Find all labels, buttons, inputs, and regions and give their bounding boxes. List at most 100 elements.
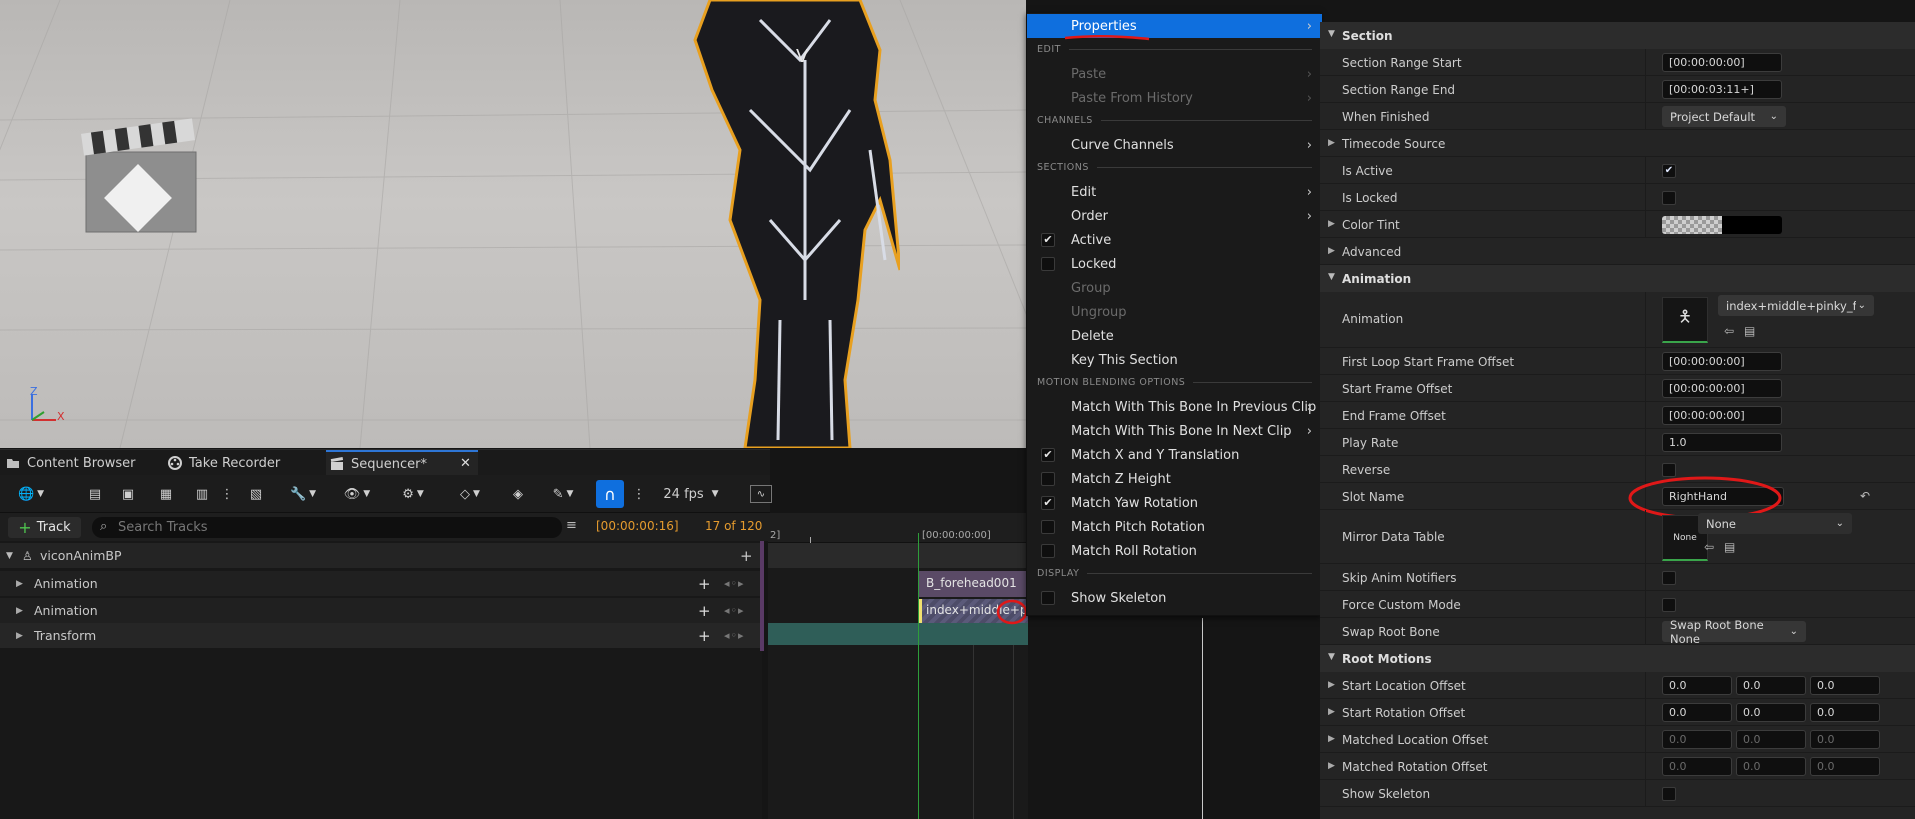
- add-key-plus-icon[interactable]: +: [698, 575, 711, 593]
- track-root-row[interactable]: ▼ ♙ viconAnimBP +: [0, 543, 762, 568]
- category-section[interactable]: ▼ Section: [1320, 22, 1915, 49]
- tools-button[interactable]: 🔧 ▼: [284, 483, 322, 505]
- camera-button[interactable]: ▦: [154, 483, 178, 505]
- add-key-plus-icon[interactable]: +: [698, 602, 711, 620]
- match-xy-checkbox[interactable]: ✔: [1041, 448, 1055, 462]
- start-location-z[interactable]: 0.0: [1810, 676, 1880, 695]
- menu-item-match-pitch-rotation[interactable]: Match Pitch Rotation: [1027, 515, 1322, 539]
- animation-asset-dropdown[interactable]: index+middle+pinky_for ⌄: [1718, 295, 1874, 316]
- expand-triangle-icon[interactable]: ▶: [16, 606, 23, 616]
- menu-item-match-previous-clip[interactable]: Match With This Bone In Previous Clip ›: [1027, 395, 1322, 419]
- view-options-button[interactable]: 👁 ▼: [338, 483, 376, 505]
- menu-item-locked[interactable]: Locked: [1027, 252, 1322, 276]
- find-in-browser-button[interactable]: ▣: [116, 483, 140, 505]
- add-track-plus-icon[interactable]: +: [740, 547, 753, 565]
- show-skeleton-checkbox[interactable]: [1662, 787, 1676, 801]
- menu-item-match-xy-translation[interactable]: ✔ Match X and Y Translation: [1027, 443, 1322, 467]
- color-tint-swatch[interactable]: [1662, 216, 1782, 234]
- row-advanced[interactable]: ▶ Advanced: [1320, 238, 1915, 265]
- frame-rate-dropdown[interactable]: 24 fps ▼: [660, 483, 722, 505]
- menu-item-edit[interactable]: Edit ›: [1027, 180, 1322, 204]
- menu-item-show-skeleton[interactable]: Show Skeleton: [1027, 586, 1322, 610]
- playback-options-button[interactable]: ⚙ ▼: [394, 483, 432, 505]
- match-z-checkbox[interactable]: [1041, 472, 1055, 486]
- track-divider[interactable]: [760, 541, 764, 651]
- menu-item-paste[interactable]: Paste ›: [1027, 62, 1322, 86]
- menu-item-active[interactable]: ✔ Active: [1027, 228, 1322, 252]
- current-time-display[interactable]: [00:00:00:16]: [596, 519, 679, 533]
- match-pitch-checkbox[interactable]: [1041, 520, 1055, 534]
- menu-item-curve-channels[interactable]: Curve Channels ›: [1027, 133, 1322, 157]
- play-rate-field[interactable]: 1.0: [1662, 433, 1782, 452]
- match-roll-checkbox[interactable]: [1041, 544, 1055, 558]
- save-button[interactable]: ▤: [84, 483, 106, 505]
- reset-to-default-icon[interactable]: ↶: [1860, 489, 1870, 503]
- tab-sequencer[interactable]: Sequencer* ✕: [326, 450, 478, 476]
- level-sequence-actor-icon[interactable]: [78, 112, 208, 247]
- expand-triangle-icon[interactable]: ▶: [1328, 219, 1335, 229]
- edit-mode-button[interactable]: ✎ ▼: [544, 483, 582, 505]
- expand-triangle-icon[interactable]: ▶: [1328, 761, 1335, 771]
- use-selected-icon[interactable]: ⇦: [1724, 324, 1734, 338]
- when-finished-dropdown[interactable]: Project Default ⌄: [1662, 106, 1786, 127]
- expand-triangle-icon[interactable]: ▶: [16, 579, 23, 589]
- expand-triangle-icon[interactable]: ▶: [1328, 734, 1335, 744]
- section-range-start-field[interactable]: [00:00:00:00]: [1662, 53, 1782, 72]
- category-animation[interactable]: ▼ Animation: [1320, 265, 1915, 292]
- swap-root-bone-dropdown[interactable]: Swap Root Bone None ⌄: [1662, 618, 1806, 646]
- section-range-end-field[interactable]: [00:00:03:11+]: [1662, 80, 1782, 99]
- tab-take-recorder[interactable]: Take Recorder: [168, 450, 318, 476]
- menu-item-match-next-clip[interactable]: Match With This Bone In Next Clip ›: [1027, 419, 1322, 443]
- collapse-triangle-icon[interactable]: ▼: [6, 551, 13, 561]
- start-location-x[interactable]: 0.0: [1662, 676, 1732, 695]
- first-loop-offset-field[interactable]: [00:00:00:00]: [1662, 352, 1782, 371]
- browse-asset-icon[interactable]: ▤: [1744, 324, 1755, 338]
- time-ruler[interactable]: 2] [00:00:00:00]: [768, 513, 1028, 543]
- more-options-button[interactable]: ⋮: [221, 483, 234, 505]
- force-custom-checkbox[interactable]: [1662, 598, 1676, 612]
- is-locked-checkbox[interactable]: [1662, 191, 1676, 205]
- animation-section-1[interactable]: B_forehead001: [918, 571, 1028, 597]
- transform-lane[interactable]: [768, 623, 1028, 645]
- skip-notifiers-checkbox[interactable]: [1662, 571, 1676, 585]
- category-root-motions[interactable]: ▼ Root Motions: [1320, 645, 1915, 672]
- animation-thumbnail[interactable]: 🯅: [1662, 297, 1708, 343]
- snap-toggle-button[interactable]: ∩: [596, 480, 624, 508]
- expand-triangle-icon[interactable]: ▶: [1328, 680, 1335, 690]
- menu-item-match-yaw-rotation[interactable]: ✔ Match Yaw Rotation: [1027, 491, 1322, 515]
- match-yaw-checkbox[interactable]: ✔: [1041, 496, 1055, 510]
- menu-item-paste-from-history[interactable]: Paste From History ›: [1027, 86, 1322, 110]
- track-row-transform[interactable]: ▶ Transform + ◂◦▸: [0, 623, 762, 648]
- snap-options-button[interactable]: ⋮: [633, 483, 646, 505]
- start-rotation-x[interactable]: 0.0: [1662, 703, 1732, 722]
- menu-item-order[interactable]: Order ›: [1027, 204, 1322, 228]
- start-rotation-y[interactable]: 0.0: [1736, 703, 1806, 722]
- menu-item-match-roll-rotation[interactable]: Match Roll Rotation: [1027, 539, 1322, 563]
- show-skeleton-checkbox[interactable]: [1041, 591, 1055, 605]
- track-row-animation-2[interactable]: ▶ Animation + ◂◦▸: [0, 598, 762, 623]
- add-key-plus-icon[interactable]: +: [698, 627, 711, 645]
- browse-asset-icon[interactable]: ▤: [1724, 540, 1735, 554]
- menu-item-key-this-section[interactable]: Key This Section: [1027, 348, 1322, 372]
- track-row-animation-1[interactable]: ▶ Animation + ◂◦▸: [0, 571, 762, 596]
- start-frame-offset-field[interactable]: [00:00:00:00]: [1662, 379, 1782, 398]
- start-rotation-z[interactable]: 0.0: [1810, 703, 1880, 722]
- is-active-checkbox[interactable]: ✔: [1662, 164, 1676, 178]
- close-icon[interactable]: ✕: [460, 456, 471, 471]
- menu-item-ungroup[interactable]: Ungroup: [1027, 300, 1322, 324]
- level-viewport[interactable]: V Z X: [0, 0, 1026, 448]
- end-frame-offset-field[interactable]: [00:00:00:00]: [1662, 406, 1782, 425]
- locked-checkbox[interactable]: [1041, 257, 1055, 271]
- expand-triangle-icon[interactable]: ▶: [1328, 138, 1335, 148]
- use-selected-icon[interactable]: ⇦: [1704, 540, 1714, 554]
- key-options-button[interactable]: ◇ ▼: [452, 483, 488, 505]
- key-navigation-icon[interactable]: ◂◦▸: [724, 604, 745, 617]
- menu-item-match-z-height[interactable]: Match Z Height: [1027, 467, 1322, 491]
- expand-triangle-icon[interactable]: ▶: [16, 631, 23, 641]
- start-location-y[interactable]: 0.0: [1736, 676, 1806, 695]
- mirror-table-dropdown[interactable]: None ⌄: [1698, 513, 1852, 534]
- add-track-button[interactable]: + Track: [8, 517, 81, 538]
- menu-item-group[interactable]: Group: [1027, 276, 1322, 300]
- key-navigation-icon[interactable]: ◂◦▸: [724, 577, 745, 590]
- search-tracks-input[interactable]: ⌕ Search Tracks: [92, 517, 562, 538]
